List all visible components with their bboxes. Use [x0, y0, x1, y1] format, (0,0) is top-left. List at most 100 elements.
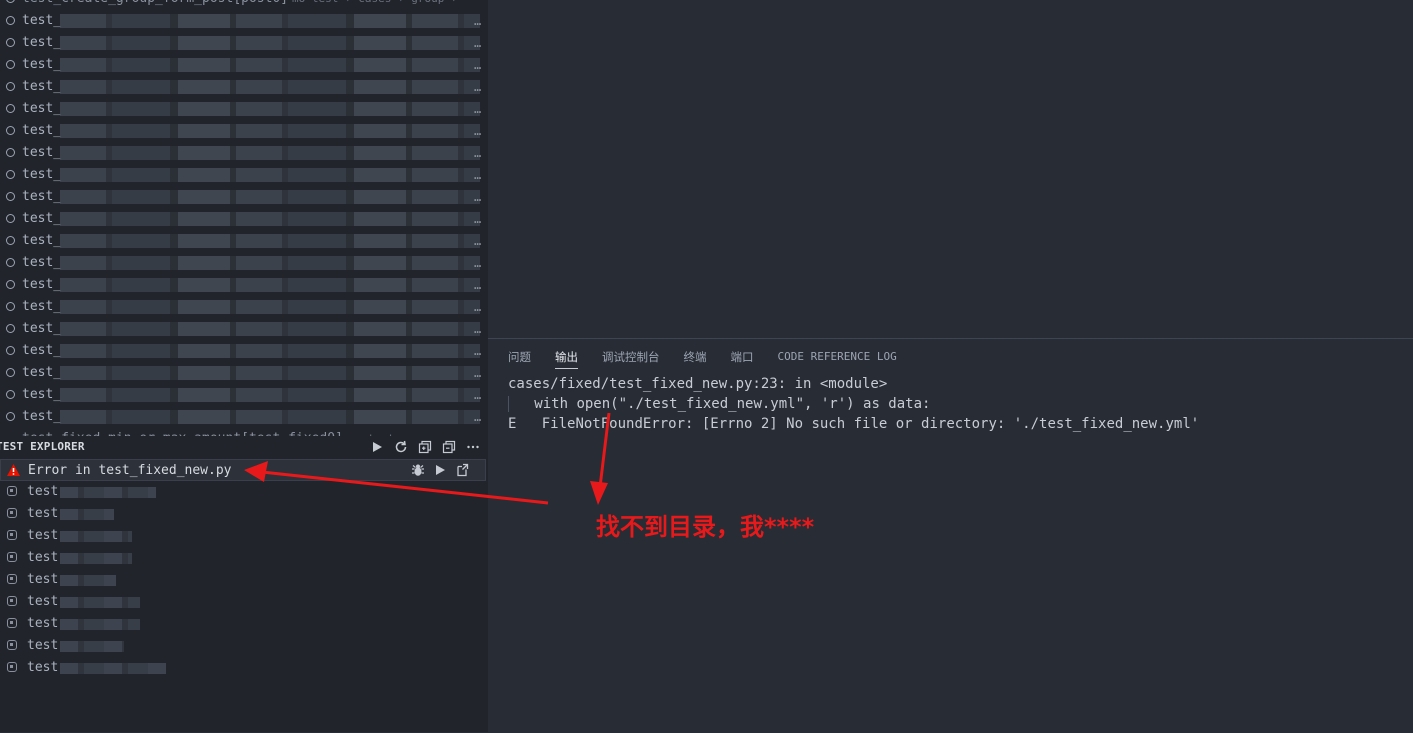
annotation-text: 找不到目录，我**** — [596, 513, 815, 541]
output-line: with open("./test_fixed_new.yml", 'r') a… — [534, 396, 931, 412]
circle-icon — [6, 170, 15, 179]
test-list-item[interactable]: test — [0, 547, 488, 569]
test-list-item[interactable]: test — [0, 503, 488, 525]
test-tree-row[interactable]: test_ … — [0, 230, 488, 252]
circle-icon — [6, 104, 15, 113]
test-name: test — [27, 660, 59, 675]
test-tree-row[interactable]: test_… — [0, 318, 488, 340]
redacted-text — [60, 80, 480, 94]
test-tree-row[interactable]: test_… — [0, 98, 488, 120]
ellipsis: … — [474, 344, 482, 358]
test-tree-row[interactable]: test_… — [0, 76, 488, 98]
redacted-text — [60, 553, 132, 564]
test-name: test_ — [22, 101, 62, 116]
redacted-text — [60, 278, 480, 292]
test-name: test_ — [22, 343, 62, 358]
test-name: test_create_group_form_post[post0] — [22, 0, 288, 10]
test-name: test_ — [22, 57, 62, 72]
run-all-icon[interactable] — [368, 438, 386, 456]
error-test-label: Error in test_fixed_new.py — [28, 463, 232, 478]
redacted-text — [60, 597, 140, 608]
test-list-item[interactable]: test — [0, 569, 488, 591]
test-list-item[interactable]: test — [0, 657, 488, 679]
test-tree-row[interactable]: test_… — [0, 362, 488, 384]
test-tree-row[interactable]: test_… — [0, 54, 488, 76]
test-name: test_ — [22, 233, 62, 248]
tab-ports[interactable]: 端口 — [731, 348, 754, 372]
test-name: test_ — [22, 255, 62, 270]
test-tree-row[interactable]: test_… — [0, 274, 488, 296]
test-list-item[interactable]: test — [0, 525, 488, 547]
test-tree-row[interactable]: test_… — [0, 120, 488, 142]
test-tree-row[interactable]: test_… — [0, 32, 488, 54]
run-test-icon[interactable] — [431, 461, 449, 479]
redacted-text — [60, 410, 480, 424]
test-name: test — [27, 572, 59, 587]
test-tree-row[interactable]: test_… — [0, 186, 488, 208]
circle-icon — [6, 192, 15, 201]
collapse-all-icon[interactable] — [440, 438, 458, 456]
refresh-icon[interactable] — [392, 438, 410, 456]
redacted-text — [60, 14, 480, 28]
redacted-text — [60, 322, 480, 336]
test-list-item[interactable]: test — [0, 613, 488, 635]
expand-all-icon[interactable] — [416, 438, 434, 456]
test-list-item[interactable]: test — [0, 591, 488, 613]
redacted-text — [60, 366, 480, 380]
ellipsis: … — [474, 124, 482, 138]
tab-code-reference-log[interactable]: CODE REFERENCE LOG — [778, 348, 897, 372]
circle-icon — [6, 214, 15, 223]
test-meta: mo test › cases › group › — [292, 0, 458, 10]
redacted-text — [60, 212, 480, 226]
test-name: test_ — [22, 211, 62, 226]
test-tree-row[interactable]: test_create_group_form_post[post0] mo te… — [0, 0, 488, 10]
ellipsis: … — [474, 388, 482, 402]
test-name: test_ — [22, 13, 62, 28]
error-test-item[interactable]: Error in test_fixed_new.py — [0, 459, 486, 481]
test-tree-row[interactable]: test_… — [0, 296, 488, 318]
tab-debug-console[interactable]: 调试控制台 — [602, 348, 660, 372]
test-tree-row[interactable]: test_… — [0, 142, 488, 164]
output-line-prefix: E — [508, 416, 517, 432]
go-to-file-icon[interactable] — [453, 461, 471, 479]
ellipsis: … — [474, 322, 482, 336]
test-name: test_ — [22, 189, 62, 204]
circle-icon — [6, 368, 15, 377]
ellipsis: … — [474, 410, 482, 424]
test-tree-row[interactable]: test_… — [0, 164, 488, 186]
test-name: test_ — [22, 35, 62, 50]
not-run-icon — [7, 618, 17, 628]
circle-icon — [6, 60, 15, 69]
not-run-icon — [7, 552, 17, 562]
test-name: test_ — [22, 167, 62, 182]
test-name: test — [27, 484, 59, 499]
editor-area[interactable] — [488, 0, 1413, 338]
test-tree-row[interactable]: test_… — [0, 208, 488, 230]
test-name: test_fixed_min_or_max_amount[test_fixed0… — [22, 428, 343, 436]
redacted-text — [60, 234, 480, 248]
more-icon[interactable] — [464, 438, 482, 456]
redacted-text — [60, 575, 116, 586]
test-list-item[interactable]: test — [0, 635, 488, 657]
tab-output[interactable]: 输出 — [555, 348, 578, 372]
debug-icon[interactable] — [409, 461, 427, 479]
test-tree-row[interactable]: test_… — [0, 252, 488, 274]
output-text[interactable]: cases/fixed/test_fixed_new.py:23: in <mo… — [508, 374, 1199, 434]
test-tree-row[interactable]: test_fixed_min_or_max_amount[test_fixed0… — [0, 428, 488, 436]
not-run-icon — [7, 508, 17, 518]
test-tree-row[interactable]: test_… — [0, 10, 488, 32]
test-list-item[interactable]: test — [0, 481, 488, 503]
ellipsis: … — [474, 234, 482, 248]
redacted-text — [60, 641, 124, 652]
circle-icon — [6, 0, 15, 3]
circle-icon — [6, 236, 15, 245]
test-tree-row[interactable]: test_ … — [0, 340, 488, 362]
redacted-text — [60, 146, 480, 160]
redacted-text — [60, 344, 480, 358]
test-tree-row[interactable]: test_… — [0, 384, 488, 406]
tab-problems[interactable]: 问题 — [508, 348, 531, 372]
tab-terminal[interactable]: 终端 — [684, 348, 707, 372]
test-tree-row[interactable]: test_… — [0, 406, 488, 428]
redacted-text — [60, 531, 132, 542]
circle-icon — [6, 82, 15, 91]
